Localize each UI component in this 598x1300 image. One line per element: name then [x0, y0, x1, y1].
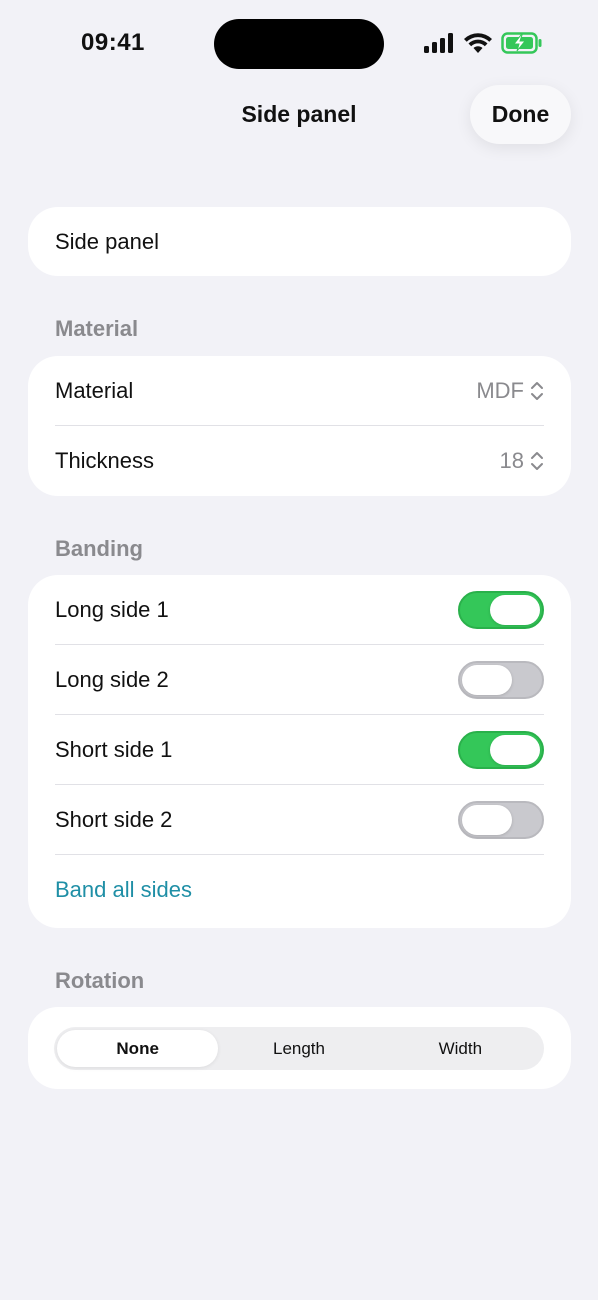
banding-row-short-side-1: Short side 1: [28, 715, 571, 785]
banding-label: Short side 1: [55, 737, 173, 762]
dynamic-island: [214, 19, 384, 69]
segment-none[interactable]: None: [57, 1030, 219, 1067]
toggle-long-side-1[interactable]: [458, 591, 544, 629]
toggle-knob: [490, 595, 540, 625]
section-header-rotation: Rotation: [55, 968, 145, 993]
thickness-row[interactable]: Thickness 18: [28, 426, 571, 496]
band-all-sides-button[interactable]: Band all sides: [28, 855, 571, 925]
panel-name-input[interactable]: [28, 207, 571, 276]
segment-width[interactable]: Width: [380, 1030, 541, 1067]
battery-charging-icon: [501, 32, 542, 54]
toggle-short-side-2[interactable]: [458, 801, 544, 839]
section-header-banding: Banding: [55, 536, 143, 561]
material-value-text: MDF: [476, 378, 524, 403]
chevron-up-down-icon: [531, 382, 543, 400]
banding-label: Long side 1: [55, 597, 169, 622]
toggle-knob: [462, 665, 512, 695]
thickness-value-text: 18: [499, 448, 524, 473]
status-bar: 09:41: [0, 0, 598, 90]
rotation-segmented-control: None Length Width: [54, 1027, 544, 1070]
thickness-label: Thickness: [55, 448, 155, 473]
rotation-card: None Length Width: [28, 1007, 571, 1089]
name-card: [28, 207, 571, 276]
material-row[interactable]: Material MDF: [28, 356, 571, 426]
wifi-icon: [464, 33, 492, 53]
material-card: Material MDF Thickness 18: [28, 356, 571, 496]
toggle-knob: [490, 735, 540, 765]
section-header-material: Material: [55, 316, 139, 341]
banding-card: Long side 1 Long side 2 Short side 1 Sho…: [28, 575, 571, 928]
status-icons: [424, 32, 543, 54]
banding-row-short-side-2: Short side 2: [28, 785, 571, 855]
banding-row-long-side-1: Long side 1: [28, 575, 571, 645]
done-button[interactable]: Done: [470, 85, 571, 144]
signal-icon: [424, 33, 453, 53]
banding-row-long-side-2: Long side 2: [28, 645, 571, 715]
chevron-up-down-icon: [531, 452, 543, 470]
material-label: Material: [55, 378, 134, 403]
toggle-long-side-2[interactable]: [458, 661, 544, 699]
banding-label: Short side 2: [55, 807, 173, 832]
toggle-short-side-1[interactable]: [458, 731, 544, 769]
segment-length[interactable]: Length: [218, 1030, 379, 1067]
thickness-value[interactable]: 18: [500, 448, 544, 474]
status-time: 09:41: [81, 29, 145, 56]
toggle-knob: [462, 805, 512, 835]
banding-label: Long side 2: [55, 667, 169, 692]
material-value[interactable]: MDF: [476, 378, 544, 404]
